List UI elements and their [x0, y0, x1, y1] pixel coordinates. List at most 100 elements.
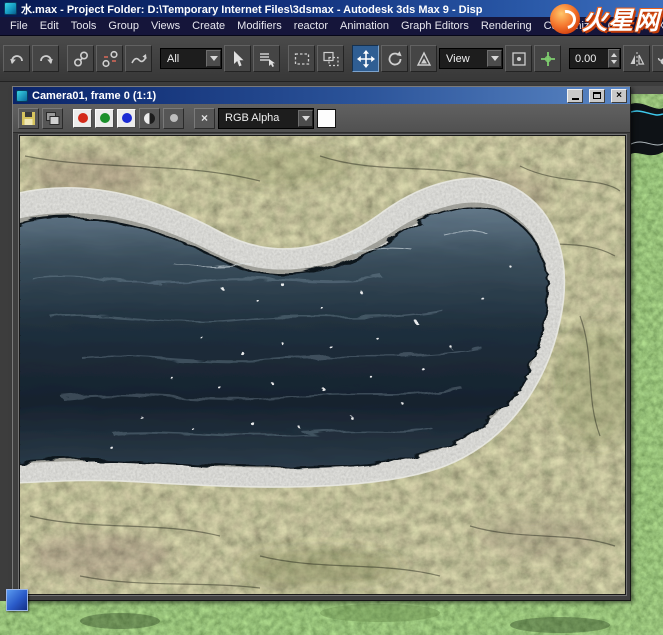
watermark: 火星网: [550, 1, 660, 37]
use-center-button[interactable]: [505, 45, 532, 72]
use-center-icon: [510, 50, 528, 68]
rendered-image: [20, 136, 625, 594]
display-alpha-channel-button[interactable]: [139, 108, 160, 129]
monochrome-icon: [170, 114, 178, 122]
viewport-right-sliver[interactable]: [631, 86, 663, 635]
scale-icon: [415, 50, 433, 68]
menu-tools[interactable]: Tools: [65, 18, 103, 34]
coordinate-system-value: View: [446, 53, 470, 65]
selection-region-button[interactable]: [288, 45, 315, 72]
select-and-manipulate-button[interactable]: [534, 45, 561, 72]
move-icon: [357, 50, 375, 68]
rfw-window-icon: [16, 90, 28, 102]
chevron-down-icon: [302, 116, 310, 121]
toolbar-separator: [282, 44, 286, 74]
unlink-selection-button[interactable]: [96, 45, 123, 72]
window-title: 水.max - Project Folder: D:\Temporary Int…: [21, 1, 483, 17]
undo-button[interactable]: [3, 45, 30, 72]
link-icon: [72, 50, 90, 68]
mirror-button[interactable]: [623, 45, 650, 72]
background-color-swatch[interactable]: [317, 109, 336, 128]
spinner-arrows[interactable]: [608, 49, 620, 68]
redo-icon: [37, 50, 55, 68]
save-bitmap-button[interactable]: [18, 108, 39, 129]
toolbar-separator: [346, 44, 350, 74]
close-button[interactable]: ×: [611, 89, 627, 103]
green-channel-icon: [100, 113, 110, 123]
viewport-bottom-strip[interactable]: [0, 601, 663, 635]
enable-blue-channel-button[interactable]: [117, 109, 136, 128]
select-by-name-icon: [258, 50, 276, 68]
menu-reactor[interactable]: reactor: [288, 18, 334, 34]
unlink-icon: [101, 50, 119, 68]
window-crossing-button[interactable]: [317, 45, 344, 72]
close-icon: ×: [616, 91, 622, 101]
alpha-channel-icon: [144, 113, 155, 124]
selection-filter-value: All: [167, 53, 179, 65]
toolbar-separator: [61, 44, 65, 74]
manipulate-icon: [539, 50, 557, 68]
channel-display-value: RGB Alpha: [225, 112, 279, 124]
enable-green-channel-button[interactable]: [95, 109, 114, 128]
rfw-toolbar: × RGB Alpha: [13, 104, 630, 133]
window-crossing-icon: [322, 50, 340, 68]
menu-file[interactable]: File: [4, 18, 34, 34]
selection-filter-dropdown[interactable]: All: [160, 48, 222, 69]
rendered-image-canvas: [19, 135, 626, 595]
select-object-button[interactable]: [224, 45, 251, 72]
space-warp-icon: [130, 50, 148, 68]
spinner-value: 0.00: [575, 53, 596, 65]
minimize-button[interactable]: [567, 89, 583, 103]
render-setup-teapot-icon: [657, 50, 663, 68]
background-window-icon[interactable]: [6, 589, 28, 611]
toolbar-separator: [154, 44, 158, 74]
monochrome-button[interactable]: [163, 108, 184, 129]
menu-edit[interactable]: Edit: [34, 18, 65, 34]
redo-button[interactable]: [32, 45, 59, 72]
dropdown-arrow-button[interactable]: [206, 50, 221, 67]
clear-button[interactable]: ×: [194, 108, 215, 129]
menu-modifiers[interactable]: Modifiers: [231, 18, 288, 34]
save-floppy-icon: [21, 111, 36, 126]
render-setup-button[interactable]: [652, 45, 663, 72]
undo-icon: [8, 50, 26, 68]
grass-texture: [631, 86, 663, 635]
select-by-name-button[interactable]: [253, 45, 280, 72]
rfw-titlebar[interactable]: Camera01, frame 0 (1:1) ×: [13, 87, 630, 104]
red-channel-icon: [78, 113, 88, 123]
rotate-icon: [386, 50, 404, 68]
clone-rendered-frame-button[interactable]: [42, 108, 63, 129]
rfw-title-text: Camera01, frame 0 (1:1): [32, 90, 561, 102]
menu-graph-editors[interactable]: Graph Editors: [395, 18, 475, 34]
main-toolbar: All View 0.00: [0, 36, 663, 82]
menu-group[interactable]: Group: [102, 18, 145, 34]
menu-rendering[interactable]: Rendering: [475, 18, 538, 34]
select-and-scale-button[interactable]: [410, 45, 437, 72]
maximize-button[interactable]: [589, 89, 605, 103]
dropdown-arrow-button[interactable]: [487, 50, 502, 67]
clone-windows-icon: [45, 111, 60, 126]
minimize-icon: [572, 98, 579, 100]
menu-views[interactable]: Views: [145, 18, 186, 34]
channel-display-dropdown[interactable]: RGB Alpha: [218, 108, 314, 129]
select-and-link-button[interactable]: [67, 45, 94, 72]
toolbar-separator: [563, 44, 567, 74]
rectangular-region-icon: [293, 50, 311, 68]
menu-animation[interactable]: Animation: [334, 18, 395, 34]
dropdown-arrow-button[interactable]: [298, 110, 313, 127]
maximize-icon: [593, 92, 601, 99]
select-and-move-button[interactable]: [352, 45, 379, 72]
enable-red-channel-button[interactable]: [73, 109, 92, 128]
watermark-logo-icon: [550, 4, 580, 34]
reference-coordinate-dropdown[interactable]: View: [439, 48, 503, 69]
blue-channel-icon: [122, 113, 132, 123]
toolbar-separator: [187, 103, 191, 133]
bind-to-space-warp-button[interactable]: [125, 45, 152, 72]
select-and-rotate-button[interactable]: [381, 45, 408, 72]
clear-x-icon: ×: [201, 111, 208, 125]
rendered-frame-window: Camera01, frame 0 (1:1) × × RGB Alpha: [12, 86, 631, 601]
chevron-down-icon: [210, 56, 218, 61]
snap-value-spinner[interactable]: 0.00: [569, 48, 621, 69]
mirror-icon: [628, 50, 646, 68]
menu-create[interactable]: Create: [186, 18, 231, 34]
